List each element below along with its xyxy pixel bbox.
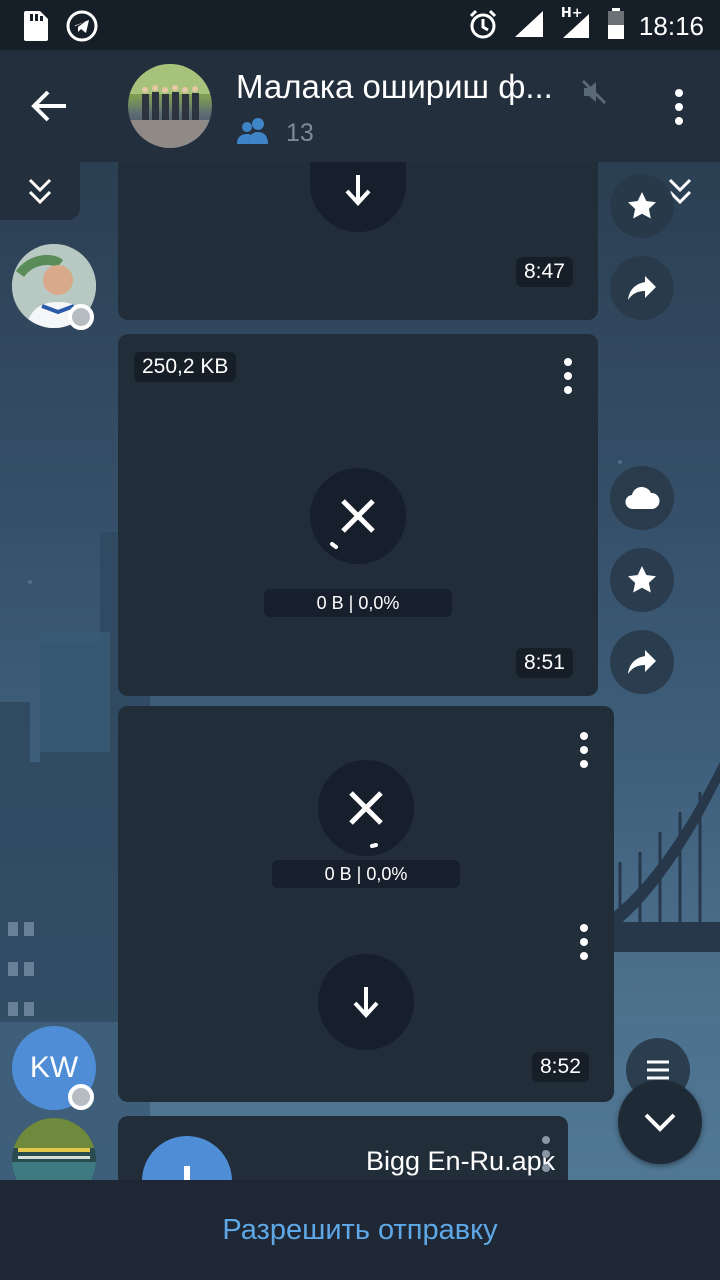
favorite-button[interactable] bbox=[610, 548, 674, 612]
share-arrow-icon bbox=[628, 650, 656, 674]
more-vert-icon[interactable] bbox=[576, 922, 592, 962]
chat-title[interactable]: Малака ошириш ф... bbox=[236, 68, 553, 106]
message-bubble[interactable]: 0 B | 0,0% 8:52 bbox=[118, 706, 614, 1102]
file-size: 250,2 KB bbox=[134, 352, 237, 382]
cancel-download-button[interactable] bbox=[310, 468, 406, 564]
download-button[interactable] bbox=[310, 162, 406, 232]
mobile-data-icon: H+ bbox=[559, 6, 593, 44]
chevron-down-icon bbox=[644, 1113, 676, 1132]
favorite-button[interactable] bbox=[610, 174, 674, 238]
star-icon bbox=[628, 192, 656, 219]
share-arrow-icon bbox=[628, 276, 656, 300]
offline-status-dot bbox=[68, 304, 94, 330]
download-progress: 0 B | 0,0% bbox=[264, 589, 452, 617]
arrow-down-icon bbox=[353, 987, 379, 1018]
save-to-cloud-button[interactable] bbox=[610, 466, 674, 530]
chat-area[interactable]: 8:47 250,2 KB 0 B | 0,0% 8:51 0 B | 0,0% bbox=[0, 162, 720, 1180]
chat-header: Малака ошириш ф... 13 bbox=[0, 50, 720, 162]
signal-icon bbox=[513, 9, 545, 43]
alarm-icon bbox=[467, 8, 499, 44]
forward-button[interactable] bbox=[610, 256, 674, 320]
member-count: 13 bbox=[236, 116, 314, 150]
clock: 18:16 bbox=[638, 10, 704, 41]
message-time: 8:47 bbox=[516, 257, 573, 287]
message-time: 8:51 bbox=[516, 648, 573, 678]
more-vert-icon bbox=[675, 89, 683, 125]
star-icon bbox=[628, 566, 656, 593]
scroll-mentions-button[interactable] bbox=[0, 162, 80, 220]
arrow-down-icon bbox=[184, 1166, 190, 1180]
battery-icon bbox=[607, 8, 625, 44]
muted-icon bbox=[580, 78, 608, 110]
message-bubble[interactable]: Bigg En-Ru.apk bbox=[118, 1116, 568, 1180]
double-chevron-down-icon bbox=[28, 178, 52, 205]
group-people-icon bbox=[236, 116, 270, 150]
telegram-icon bbox=[66, 10, 98, 46]
download-button[interactable] bbox=[318, 954, 414, 1050]
arrow-left-icon bbox=[31, 90, 66, 122]
close-icon bbox=[349, 791, 383, 848]
offline-status-dot bbox=[68, 1084, 94, 1110]
file-download-button[interactable] bbox=[142, 1136, 232, 1180]
cloud-icon bbox=[625, 486, 660, 510]
more-vert-icon[interactable] bbox=[576, 730, 592, 770]
more-vert-icon[interactable] bbox=[560, 356, 576, 396]
message-bubble[interactable]: 8:47 bbox=[118, 162, 598, 320]
arrow-down-icon bbox=[345, 175, 371, 206]
list-icon bbox=[647, 1060, 669, 1080]
group-avatar[interactable] bbox=[128, 64, 212, 148]
scroll-to-bottom-button[interactable] bbox=[618, 1080, 702, 1164]
message-bubble[interactable]: 250,2 KB 0 B | 0,0% 8:51 bbox=[118, 334, 598, 696]
download-progress: 0 B | 0,0% bbox=[272, 860, 460, 888]
cancel-download-button[interactable] bbox=[318, 760, 414, 856]
overflow-menu-button[interactable] bbox=[664, 86, 694, 128]
message-time: 8:52 bbox=[532, 1052, 589, 1082]
status-bar: H+ 18:16 bbox=[0, 0, 720, 50]
forward-button[interactable] bbox=[610, 630, 674, 694]
file-name: Bigg En-Ru.apk bbox=[366, 1146, 556, 1176]
close-icon bbox=[330, 499, 375, 549]
allow-sending-button[interactable]: Разрешить отправку bbox=[222, 1214, 497, 1247]
more-vert-icon[interactable] bbox=[538, 1134, 554, 1174]
back-button[interactable] bbox=[30, 86, 80, 126]
sd-card-icon bbox=[22, 11, 48, 45]
bottom-bar: Разрешить отправку bbox=[0, 1180, 720, 1280]
